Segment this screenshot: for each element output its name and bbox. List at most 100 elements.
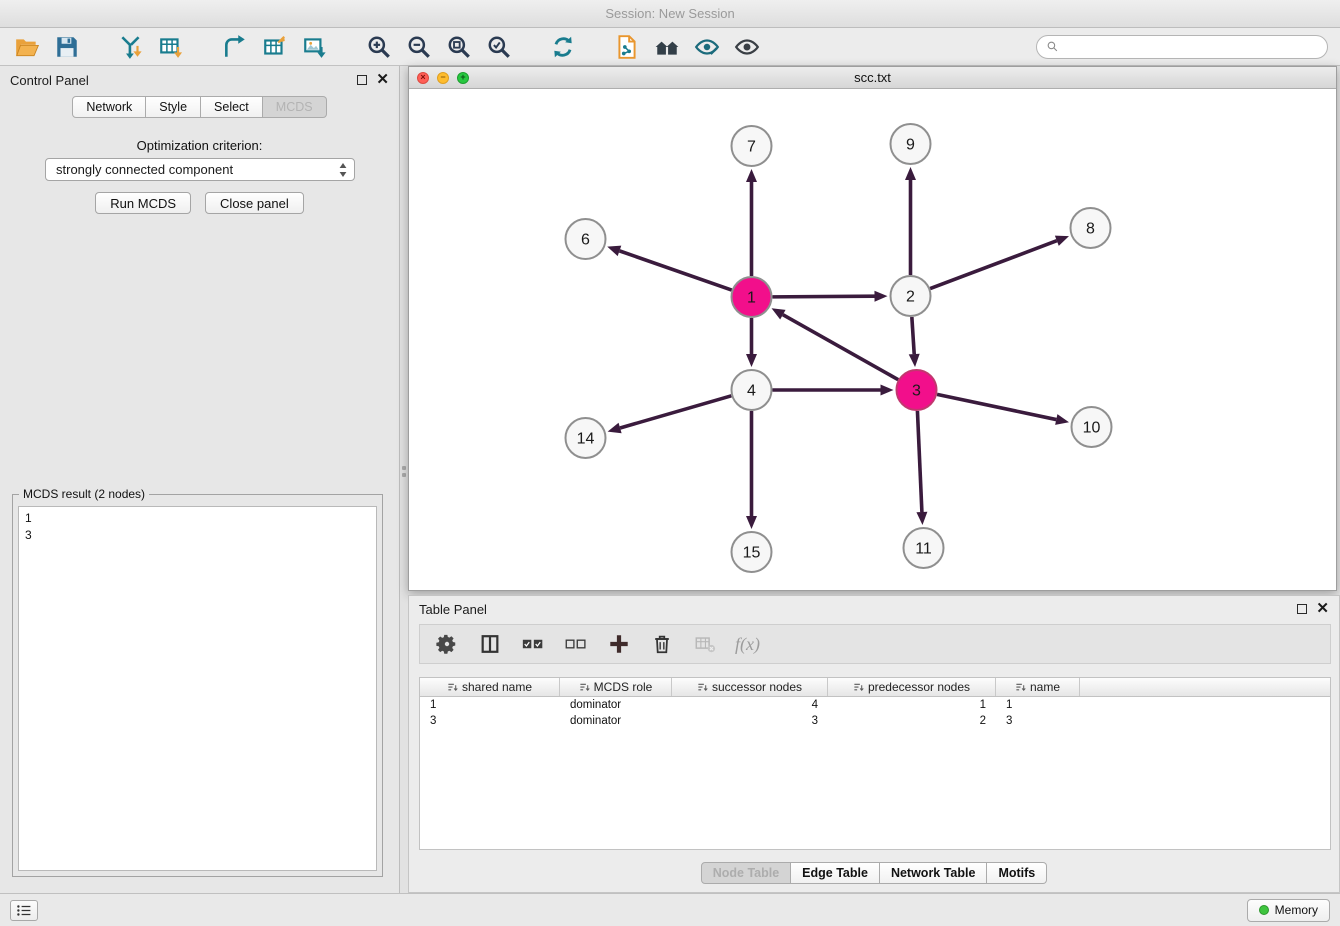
optimization-criterion-select[interactable]: strongly connected component <box>45 158 355 181</box>
import-table-icon[interactable] <box>156 32 186 62</box>
tab-network[interactable]: Network <box>72 96 146 118</box>
tab-mcds[interactable]: MCDS <box>263 96 327 118</box>
close-panel-icon[interactable]: ✕ <box>376 75 389 85</box>
close-table-panel-icon[interactable]: ✕ <box>1316 604 1329 614</box>
graph-edge-arrowhead <box>746 354 757 367</box>
first-neighbors-icon[interactable] <box>652 32 682 62</box>
node-table: shared name MCDS role successor nodes prede… <box>419 677 1331 850</box>
run-mcds-button[interactable]: Run MCDS <box>95 192 191 214</box>
show-graphics-details-icon[interactable] <box>732 32 762 62</box>
table-panel-title: Table Panel <box>419 602 487 617</box>
graph-node-label: 7 <box>747 139 756 156</box>
graph-edge-2-8[interactable] <box>930 241 1057 289</box>
table-panel-header: Table Panel ✕ <box>409 596 1339 622</box>
column-header-label: MCDS role <box>594 680 653 694</box>
graph-node-label: 15 <box>743 545 761 562</box>
table-cell: dominator <box>560 697 672 713</box>
maximize-window-icon[interactable]: + <box>457 72 469 84</box>
table-panel-tabs: Node TableEdge TableNetwork TableMotifs <box>409 862 1339 884</box>
export-image-icon[interactable] <box>300 32 330 62</box>
float-panel-icon[interactable] <box>357 75 367 85</box>
export-table-icon[interactable] <box>260 32 290 62</box>
graph-node-label: 4 <box>747 383 756 400</box>
table-body: 1dominator4113dominator323 <box>420 697 1330 729</box>
column-header-predecessor-nodes[interactable]: predecessor nodes <box>828 678 996 696</box>
search-input[interactable] <box>1064 40 1318 54</box>
tab-node-table[interactable]: Node Table <box>701 862 791 884</box>
delete-row-icon[interactable] <box>649 631 675 657</box>
column-header-successor-nodes[interactable]: successor nodes <box>672 678 828 696</box>
splitter-grip-icon <box>401 458 406 484</box>
copy-network-icon[interactable] <box>612 32 642 62</box>
column-header-shared-name[interactable]: shared name <box>420 678 560 696</box>
graph-edge-1-2[interactable] <box>772 296 874 297</box>
tab-select[interactable]: Select <box>201 96 263 118</box>
tab-network-table[interactable]: Network Table <box>880 862 988 884</box>
float-table-panel-icon[interactable] <box>1297 604 1307 614</box>
graph-node-label: 9 <box>906 137 915 154</box>
column-header-name[interactable]: name <box>996 678 1080 696</box>
table-row[interactable]: 3dominator323 <box>420 713 1330 729</box>
network-canvas[interactable]: 7968124314101511 <box>409 89 1336 590</box>
graph-edge-3-1[interactable] <box>783 315 898 380</box>
table-cell: 1 <box>996 697 1080 713</box>
close-window-icon[interactable]: × <box>417 72 429 84</box>
export-network-icon[interactable] <box>220 32 250 62</box>
graph-node-label: 6 <box>581 232 590 249</box>
zoom-out-icon[interactable] <box>404 32 434 62</box>
tab-style[interactable]: Style <box>146 96 201 118</box>
graph-edge-1-6[interactable] <box>619 251 731 290</box>
mcds-result-line: 3 <box>25 527 370 544</box>
tab-edge-table[interactable]: Edge Table <box>791 862 880 884</box>
network-view-window: × − + scc.txt 7968124314101511 <box>408 66 1337 591</box>
list-icon <box>16 904 32 917</box>
table-cell: 3 <box>996 713 1080 729</box>
graph-edge-3-10[interactable] <box>937 394 1056 419</box>
graph-edge-2-3[interactable] <box>912 317 914 354</box>
graph-edge-4-14[interactable] <box>620 396 731 428</box>
graph-edge-arrowhead <box>881 385 894 396</box>
search-field[interactable] <box>1036 35 1328 59</box>
network-graph[interactable]: 7968124314101511 <box>409 89 1336 590</box>
column-header-mcds-role[interactable]: MCDS role <box>560 678 672 696</box>
table-row[interactable]: 1dominator411 <box>420 697 1330 713</box>
table-settings-icon[interactable] <box>434 631 460 657</box>
network-window-titlebar[interactable]: × − + scc.txt <box>409 67 1336 89</box>
zoom-fit-icon[interactable] <box>444 32 474 62</box>
graph-node-label: 10 <box>1083 420 1101 437</box>
table-cell: 2 <box>828 713 996 729</box>
apply-layout-icon[interactable] <box>548 32 578 62</box>
mcds-result-list[interactable]: 13 <box>18 506 377 871</box>
graph-edge-3-11[interactable] <box>917 411 921 512</box>
deselect-all-icon[interactable] <box>563 631 589 657</box>
memory-button[interactable]: Memory <box>1247 899 1330 922</box>
minimize-window-icon[interactable]: − <box>437 72 449 84</box>
apply-style-icon[interactable] <box>692 32 722 62</box>
function-builder-icon[interactable]: f(x) <box>735 634 760 655</box>
zoom-in-icon[interactable] <box>364 32 394 62</box>
table-header-row: shared name MCDS role successor nodes prede… <box>420 678 1330 697</box>
table-cell: 3 <box>420 713 560 729</box>
panel-menu-button[interactable] <box>10 900 38 921</box>
select-all-icon[interactable] <box>520 631 546 657</box>
column-header-label: predecessor nodes <box>868 680 970 694</box>
selected-criterion: strongly connected component <box>56 162 338 177</box>
network-window-title: scc.txt <box>854 70 891 85</box>
save-session-icon[interactable] <box>52 32 82 62</box>
show-columns-icon[interactable] <box>477 631 503 657</box>
table-cell: 3 <box>672 713 828 729</box>
add-row-icon[interactable] <box>606 631 632 657</box>
import-network-icon[interactable] <box>116 32 146 62</box>
graph-node-label: 8 <box>1086 221 1095 238</box>
column-header-label: shared name <box>462 680 532 694</box>
graph-node-label: 2 <box>906 289 915 306</box>
tab-motifs[interactable]: Motifs <box>987 862 1047 884</box>
open-session-icon[interactable] <box>12 32 42 62</box>
mcds-result-title: MCDS result (2 nodes) <box>19 487 149 501</box>
graph-edge-arrowhead <box>746 516 757 529</box>
zoom-selected-icon[interactable] <box>484 32 514 62</box>
panel-splitter[interactable] <box>400 66 408 893</box>
import-table-disabled-icon <box>692 631 718 657</box>
close-panel-button[interactable]: Close panel <box>205 192 304 214</box>
graph-edge-arrowhead <box>746 169 757 182</box>
